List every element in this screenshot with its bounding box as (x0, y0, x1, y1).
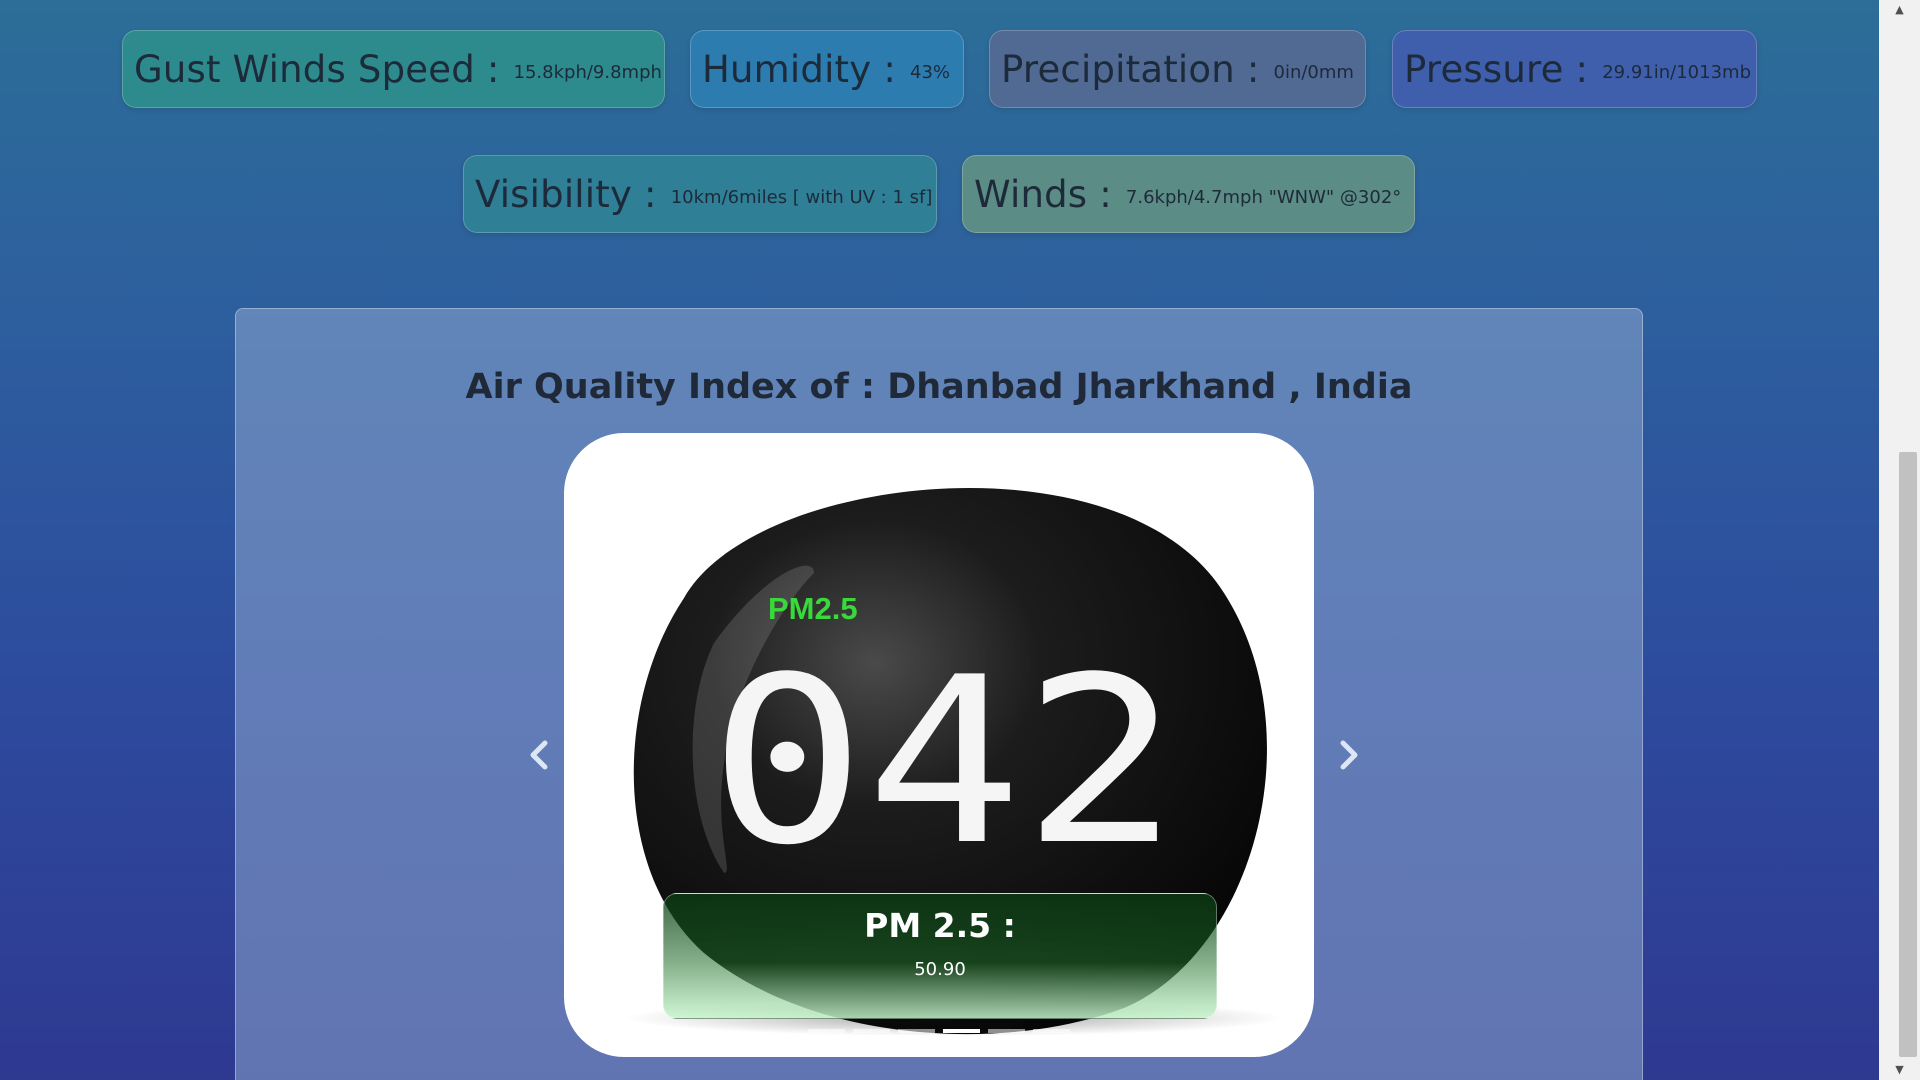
visibility-card: Visibility : 10km/6miles [ with UV : 1 s… (463, 155, 937, 233)
aqi-carousel[interactable]: PM2.5 042 PM 2.5 : 50.90 (564, 433, 1314, 1057)
scrollbar-thumb[interactable] (1899, 452, 1917, 1057)
precipitation-card: Precipitation : 0in/0mm (989, 30, 1366, 108)
carousel-indicator[interactable] (988, 1029, 1025, 1033)
precipitation-value: 0in/0mm (1273, 61, 1354, 83)
pressure-label: Pressure : (1404, 47, 1589, 91)
monitor-pm25-label: PM2.5 (768, 591, 858, 626)
weather-page: Gust Winds Speed : 15.8kph/9.8mph Humidi… (0, 0, 1879, 1080)
pressure-card: Pressure : 29.91in/1013mb (1392, 30, 1757, 108)
pressure-value: 29.91in/1013mb (1602, 61, 1751, 83)
carousel-indicator[interactable] (808, 1029, 845, 1033)
carousel-indicator[interactable] (1033, 1029, 1070, 1033)
caption-title: PM 2.5 : (864, 906, 1016, 945)
winds-value: 7.6kph/4.7mph "WNW" @302° (1125, 186, 1402, 208)
visibility-label: Visibility : (475, 172, 657, 216)
triangle-up-icon[interactable]: ▲ (1879, 0, 1920, 20)
carousel-indicator[interactable] (898, 1029, 935, 1033)
chevron-left-icon (530, 740, 548, 770)
air-quality-panel: Air Quality Index of : Dhanbad Jharkhand… (235, 308, 1643, 1080)
page-scrollbar[interactable]: ▲ ▼ (1879, 0, 1920, 1080)
carousel-next-button[interactable] (1329, 725, 1369, 785)
gust-winds-card: Gust Winds Speed : 15.8kph/9.8mph (122, 30, 665, 108)
triangle-down-icon[interactable]: ▼ (1879, 1060, 1920, 1080)
visibility-value: 10km/6miles [ with UV : 1 sf] (670, 186, 933, 208)
gust-winds-value: 15.8kph/9.8mph (513, 61, 662, 83)
winds-card: Winds : 7.6kph/4.7mph "WNW" @302° (962, 155, 1415, 233)
carousel-indicator[interactable] (943, 1029, 980, 1033)
carousel-prev-button[interactable] (519, 725, 559, 785)
humidity-card: Humidity : 43% (690, 30, 964, 108)
air-quality-title: Air Quality Index of : Dhanbad Jharkhand… (465, 367, 1413, 407)
carousel-caption: PM 2.5 : 50.90 (663, 893, 1217, 1019)
humidity-value: 43% (910, 61, 951, 83)
caption-value: 50.90 (914, 959, 966, 980)
chevron-right-icon (1340, 740, 1358, 770)
precipitation-label: Precipitation : (1001, 47, 1260, 91)
humidity-label: Humidity : (702, 47, 896, 91)
gust-winds-label: Gust Winds Speed : (134, 47, 500, 91)
carousel-indicator[interactable] (853, 1029, 890, 1033)
carousel-indicators (564, 1029, 1314, 1033)
monitor-digits: 042 (709, 629, 1179, 896)
winds-label: Winds : (974, 172, 1112, 216)
